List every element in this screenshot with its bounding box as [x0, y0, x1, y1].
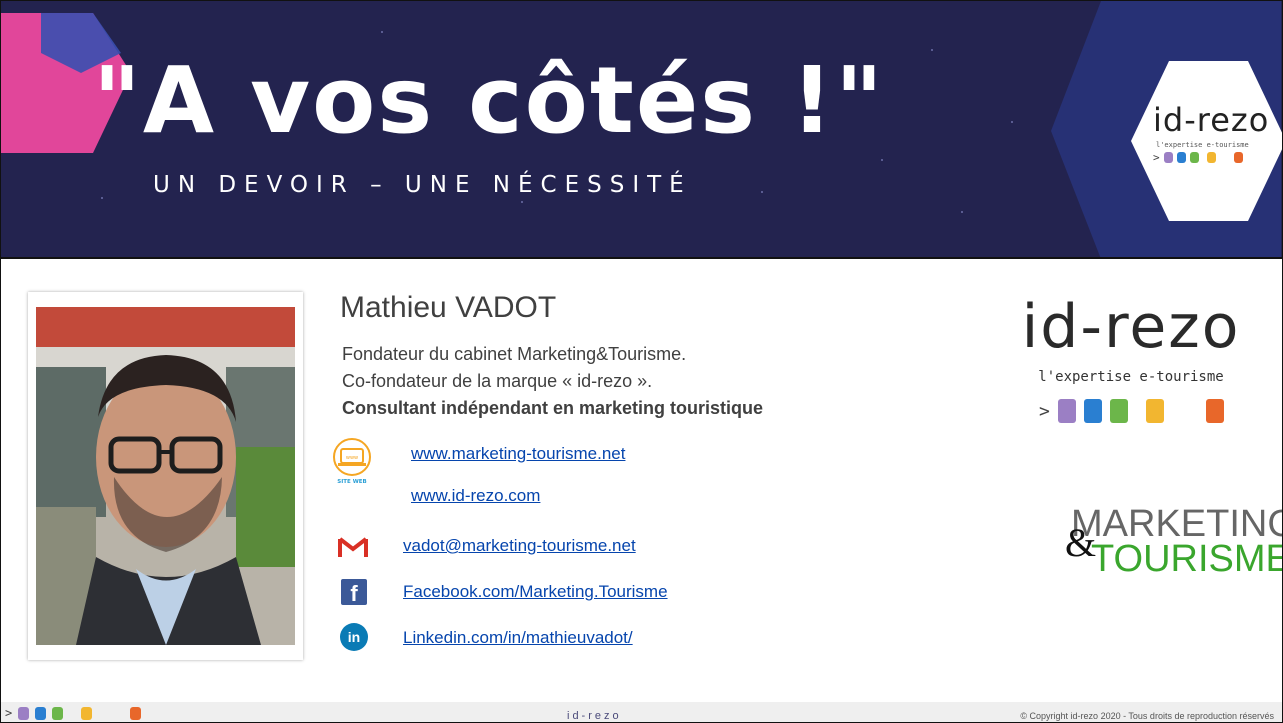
banner-divider	[1, 257, 1282, 259]
website-icon: www SITE WEB	[333, 438, 371, 485]
badge-logo-text: id-rezo	[1153, 101, 1270, 139]
link-linkedin[interactable]: Linkedin.com/in/mathieuvadot/	[403, 628, 633, 648]
purple-square	[1057, 399, 1076, 423]
idrezo-tagline: l'expertise e-tourisme	[1038, 369, 1224, 385]
star-dot	[881, 159, 883, 161]
chevron-right-icon: >	[1153, 151, 1160, 164]
svg-text:www: www	[346, 455, 358, 461]
green-square	[1189, 152, 1199, 163]
badge-color-squares: >	[1153, 151, 1243, 164]
chevron-right-icon: >	[5, 706, 13, 720]
orange-square	[130, 706, 142, 720]
link-email[interactable]: vadot@marketing-tourisme.net	[403, 536, 636, 556]
blue-square	[1176, 152, 1186, 163]
footer-brand: id-rezo	[567, 710, 622, 722]
orange-square	[1233, 152, 1243, 163]
linkedin-icon: in	[340, 623, 368, 651]
green-square	[52, 706, 64, 720]
footer-color-squares: >	[5, 706, 142, 720]
link-id-rezo[interactable]: www.id-rezo.com	[411, 486, 540, 506]
idrezo-color-squares: >	[1039, 399, 1224, 423]
green-square	[1109, 399, 1128, 423]
blue-square	[1083, 399, 1102, 423]
bio-line-1: Fondateur du cabinet Marketing&Tourisme.	[342, 344, 687, 364]
purple-square	[18, 706, 30, 720]
purple-square	[1163, 152, 1173, 163]
star-dot	[961, 211, 963, 213]
banner-subtitle: UN DEVOIR – UNE NÉCESSITÉ	[153, 172, 692, 198]
yellow-square	[1145, 399, 1164, 423]
star-dot	[381, 31, 383, 33]
gmail-icon	[338, 537, 368, 557]
yellow-square	[1206, 152, 1216, 163]
bio-line-3: Consultant indépendant en marketing tour…	[342, 398, 764, 418]
star-dot	[1011, 121, 1013, 123]
star-dot	[931, 49, 933, 51]
chevron-right-icon: >	[1039, 400, 1050, 422]
blue-square	[35, 706, 47, 720]
marketing-logo-bottom: TOURISME	[1091, 538, 1283, 580]
idrezo-logo: id-rezo	[1021, 292, 1241, 362]
portrait-image	[36, 307, 295, 645]
footer-copyright: © Copyright id-rezo 2020 - Tous droits d…	[1020, 711, 1274, 721]
slide: "A vos côtés !" UN DEVOIR – UNE NÉCESSIT…	[0, 0, 1283, 723]
profile-photo	[28, 292, 303, 660]
yellow-square	[81, 706, 93, 720]
contact-name: Mathieu VADOT	[340, 291, 557, 324]
star-dot	[521, 201, 523, 203]
link-marketing-tourisme[interactable]: www.marketing-tourisme.net	[411, 444, 625, 464]
link-facebook[interactable]: Facebook.com/Marketing.Tourisme	[403, 582, 668, 602]
svg-text:SITE WEB: SITE WEB	[337, 479, 366, 485]
star-dot	[761, 191, 763, 193]
header-banner: "A vos côtés !" UN DEVOIR – UNE NÉCESSIT…	[1, 1, 1282, 259]
bio-line-2: Co-fondateur de la marque « id-rezo ».	[342, 371, 653, 391]
badge-tagline: l'expertise e-tourisme	[1156, 141, 1249, 149]
star-dot	[101, 197, 103, 199]
facebook-icon: f	[341, 579, 367, 606]
orange-square	[1205, 399, 1224, 423]
banner-title: "A vos côtés !"	[93, 47, 885, 154]
